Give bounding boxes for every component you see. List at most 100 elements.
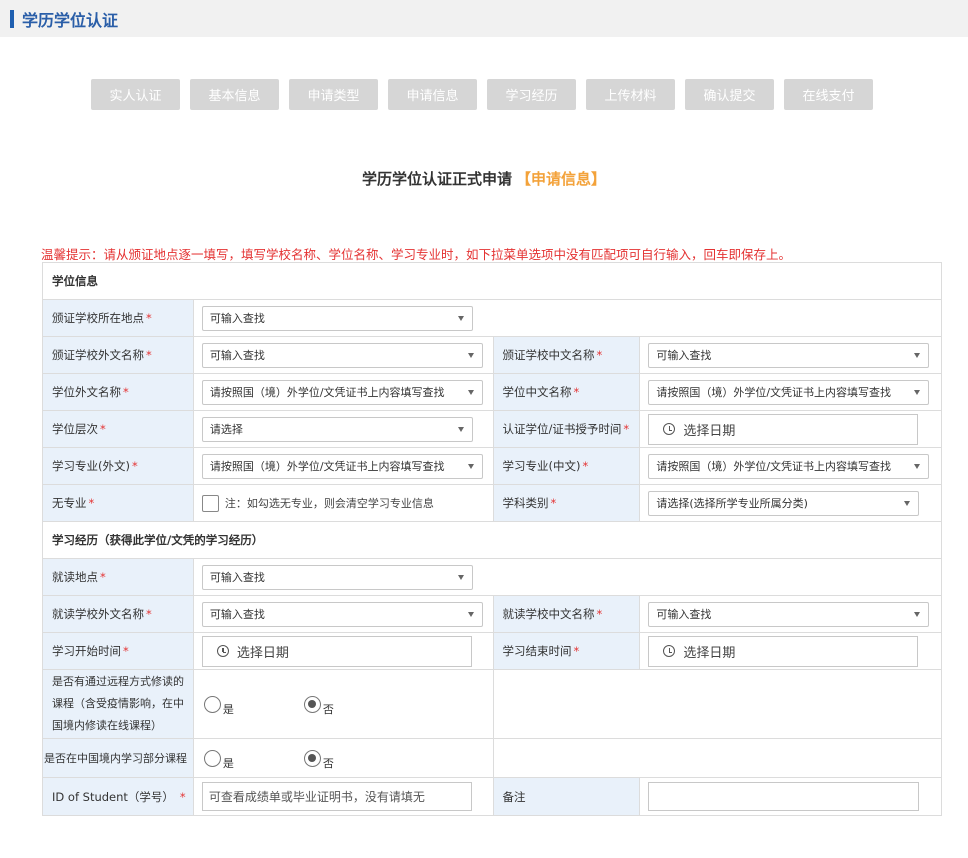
step-upload-materials[interactable]: 上传材料	[586, 79, 675, 110]
subject-category-select[interactable]: 请选择(选择所学专业所属分类)	[648, 491, 919, 516]
form-row: 是否在中国境内学习部分课程 是 否	[43, 739, 942, 778]
major-chinese-label: 学习专业(中文)*	[494, 448, 641, 484]
degree-foreign-name-label: 学位外文名称*	[43, 374, 194, 410]
section-study-title: 学习经历（获得此学位/文凭的学习经历）	[43, 522, 942, 558]
form-row: 颁证学校所在地点* 可输入查找	[43, 300, 942, 337]
form-row: 学位层次* 请选择 认证学位/证书授予时间* 选择日期	[43, 411, 942, 448]
degree-chinese-name-label: 学位中文名称*	[494, 374, 641, 410]
study-location-select[interactable]: 可输入查找	[202, 565, 473, 590]
major-foreign-select[interactable]: 请按照国（境）外学位/文凭证书上内容填写查找	[202, 454, 483, 479]
student-id-input[interactable]: 可查看成绩单或毕业证明书，没有请填无	[202, 782, 472, 811]
remarks-label: 备注	[494, 778, 641, 815]
award-date-picker[interactable]: 选择日期	[648, 414, 918, 445]
school-chinese-name-cell: 可输入查找	[640, 337, 942, 373]
remote-course-label: 是否有通过远程方式修读的课程（含受疫情影响，在中国境内修读在线课程）	[43, 670, 194, 738]
chevron-down-icon	[914, 390, 920, 395]
step-real-name-auth[interactable]: 实人认证	[91, 79, 180, 110]
form-row: 学习专业(外文)* 请按照国（境）外学位/文凭证书上内容填写查找 学习专业(中文…	[43, 448, 942, 485]
chevron-down-icon	[468, 353, 474, 358]
no-major-cell: 注：如勾选无专业，则会清空学习专业信息	[194, 485, 494, 521]
china-partial-cell: 是 否	[194, 739, 494, 777]
end-date-picker[interactable]: 选择日期	[648, 636, 918, 667]
remote-course-no-option[interactable]: 否	[304, 691, 334, 717]
step-basic-info[interactable]: 基本信息	[190, 79, 279, 110]
step-study-history[interactable]: 学习经历	[487, 79, 576, 110]
award-date-label: 认证学位/证书授予时间*	[494, 411, 641, 447]
form-row: 就读地点* 可输入查找	[43, 559, 942, 596]
step-online-payment[interactable]: 在线支付	[784, 79, 873, 110]
degree-level-cell: 请选择	[194, 411, 494, 447]
step-application-type[interactable]: 申请类型	[289, 79, 378, 110]
radio-yes[interactable]	[204, 750, 221, 767]
end-date-cell: 选择日期	[640, 633, 942, 669]
degree-foreign-name-select[interactable]: 请按照国（境）外学位/文凭证书上内容填写查找	[202, 380, 483, 405]
school-chinese-name-select[interactable]: 可输入查找	[648, 343, 929, 368]
form-row: ID of Student（学号）* 可查看成绩单或毕业证明书，没有请填无 备注	[43, 778, 942, 816]
section-degree-row: 学位信息	[43, 263, 942, 300]
chevron-down-icon	[914, 464, 920, 469]
form-row: 颁证学校外文名称* 可输入查找 颁证学校中文名称* 可输入查找	[43, 337, 942, 374]
no-major-label: 无专业*	[43, 485, 194, 521]
radio-no-selected[interactable]	[304, 750, 321, 767]
study-school-chinese-label: 就读学校中文名称*	[494, 596, 641, 632]
degree-level-select[interactable]: 请选择	[202, 417, 473, 442]
degree-chinese-name-select[interactable]: 请按照国（境）外学位/文凭证书上内容填写查找	[648, 380, 929, 405]
remarks-cell	[640, 778, 942, 815]
form-heading: 学历学位认证正式申请【申请信息】	[0, 168, 968, 189]
section-study-row: 学习经历（获得此学位/文凭的学习经历）	[43, 522, 942, 559]
study-location-label: 就读地点*	[43, 559, 194, 595]
chevron-down-icon	[904, 501, 910, 506]
start-date-label: 学习开始时间*	[43, 633, 194, 669]
form-heading-main: 学历学位认证正式申请	[362, 170, 512, 188]
no-major-note: 注：如勾选无专业，则会清空学习专业信息	[225, 495, 434, 511]
major-chinese-cell: 请按照国（境）外学位/文凭证书上内容填写查找	[640, 448, 942, 484]
form-row: 无专业* 注：如勾选无专业，则会清空学习专业信息 学科类别* 请选择(选择所学专…	[43, 485, 942, 522]
school-foreign-name-select[interactable]: 可输入查找	[202, 343, 483, 368]
form-row: 学位外文名称* 请按照国（境）外学位/文凭证书上内容填写查找 学位中文名称* 请…	[43, 374, 942, 411]
subject-category-label: 学科类别*	[494, 485, 641, 521]
student-id-cell: 可查看成绩单或毕业证明书，没有请填无	[194, 778, 494, 815]
china-partial-yes-option[interactable]: 是	[204, 745, 234, 771]
school-location-select[interactable]: 可输入查找	[202, 306, 473, 331]
step-nav: 实人认证 基本信息 申请类型 申请信息 学习经历 上传材料 确认提交 在线支付	[91, 79, 873, 110]
school-location-label: 颁证学校所在地点*	[43, 300, 194, 336]
study-school-chinese-cell: 可输入查找	[640, 596, 942, 632]
study-location-cell: 可输入查找	[194, 559, 942, 595]
chevron-down-icon	[468, 390, 474, 395]
degree-chinese-name-cell: 请按照国（境）外学位/文凭证书上内容填写查找	[640, 374, 942, 410]
chevron-down-icon	[458, 316, 464, 321]
study-school-foreign-label: 就读学校外文名称*	[43, 596, 194, 632]
radio-yes[interactable]	[204, 696, 221, 713]
remarks-input[interactable]	[648, 782, 919, 811]
study-school-foreign-select[interactable]: 可输入查找	[202, 602, 483, 627]
school-chinese-name-label: 颁证学校中文名称*	[494, 337, 641, 373]
major-chinese-select[interactable]: 请按照国（境）外学位/文凭证书上内容填写查找	[648, 454, 929, 479]
chevron-down-icon	[458, 427, 464, 432]
form-row: 就读学校外文名称* 可输入查找 就读学校中文名称* 可输入查找	[43, 596, 942, 633]
step-application-info[interactable]: 申请信息	[388, 79, 477, 110]
remote-course-yes-option[interactable]: 是	[204, 691, 234, 717]
radio-no-selected[interactable]	[304, 696, 321, 713]
chevron-down-icon	[458, 575, 464, 580]
china-partial-no-option[interactable]: 否	[304, 745, 334, 771]
school-foreign-name-label: 颁证学校外文名称*	[43, 337, 194, 373]
major-foreign-label: 学习专业(外文)*	[43, 448, 194, 484]
clock-icon	[663, 423, 675, 435]
header-accent-bar	[10, 10, 14, 28]
form-row: 学习开始时间* 选择日期 学习结束时间* 选择日期	[43, 633, 942, 670]
start-date-cell: 选择日期	[194, 633, 494, 669]
award-date-cell: 选择日期	[640, 411, 942, 447]
study-school-foreign-cell: 可输入查找	[194, 596, 494, 632]
page-title: 学历学位认证	[22, 7, 118, 31]
study-school-chinese-select[interactable]: 可输入查找	[648, 602, 929, 627]
subject-category-cell: 请选择(选择所学专业所属分类)	[640, 485, 942, 521]
student-id-label: ID of Student（学号）*	[43, 778, 194, 815]
clock-icon	[217, 645, 229, 657]
no-major-checkbox[interactable]	[202, 495, 219, 512]
end-date-label: 学习结束时间*	[494, 633, 641, 669]
start-date-picker[interactable]: 选择日期	[202, 636, 472, 667]
step-confirm-submit[interactable]: 确认提交	[685, 79, 774, 110]
china-partial-label: 是否在中国境内学习部分课程	[43, 739, 194, 777]
empty-cell	[494, 670, 943, 738]
school-foreign-name-cell: 可输入查找	[194, 337, 494, 373]
